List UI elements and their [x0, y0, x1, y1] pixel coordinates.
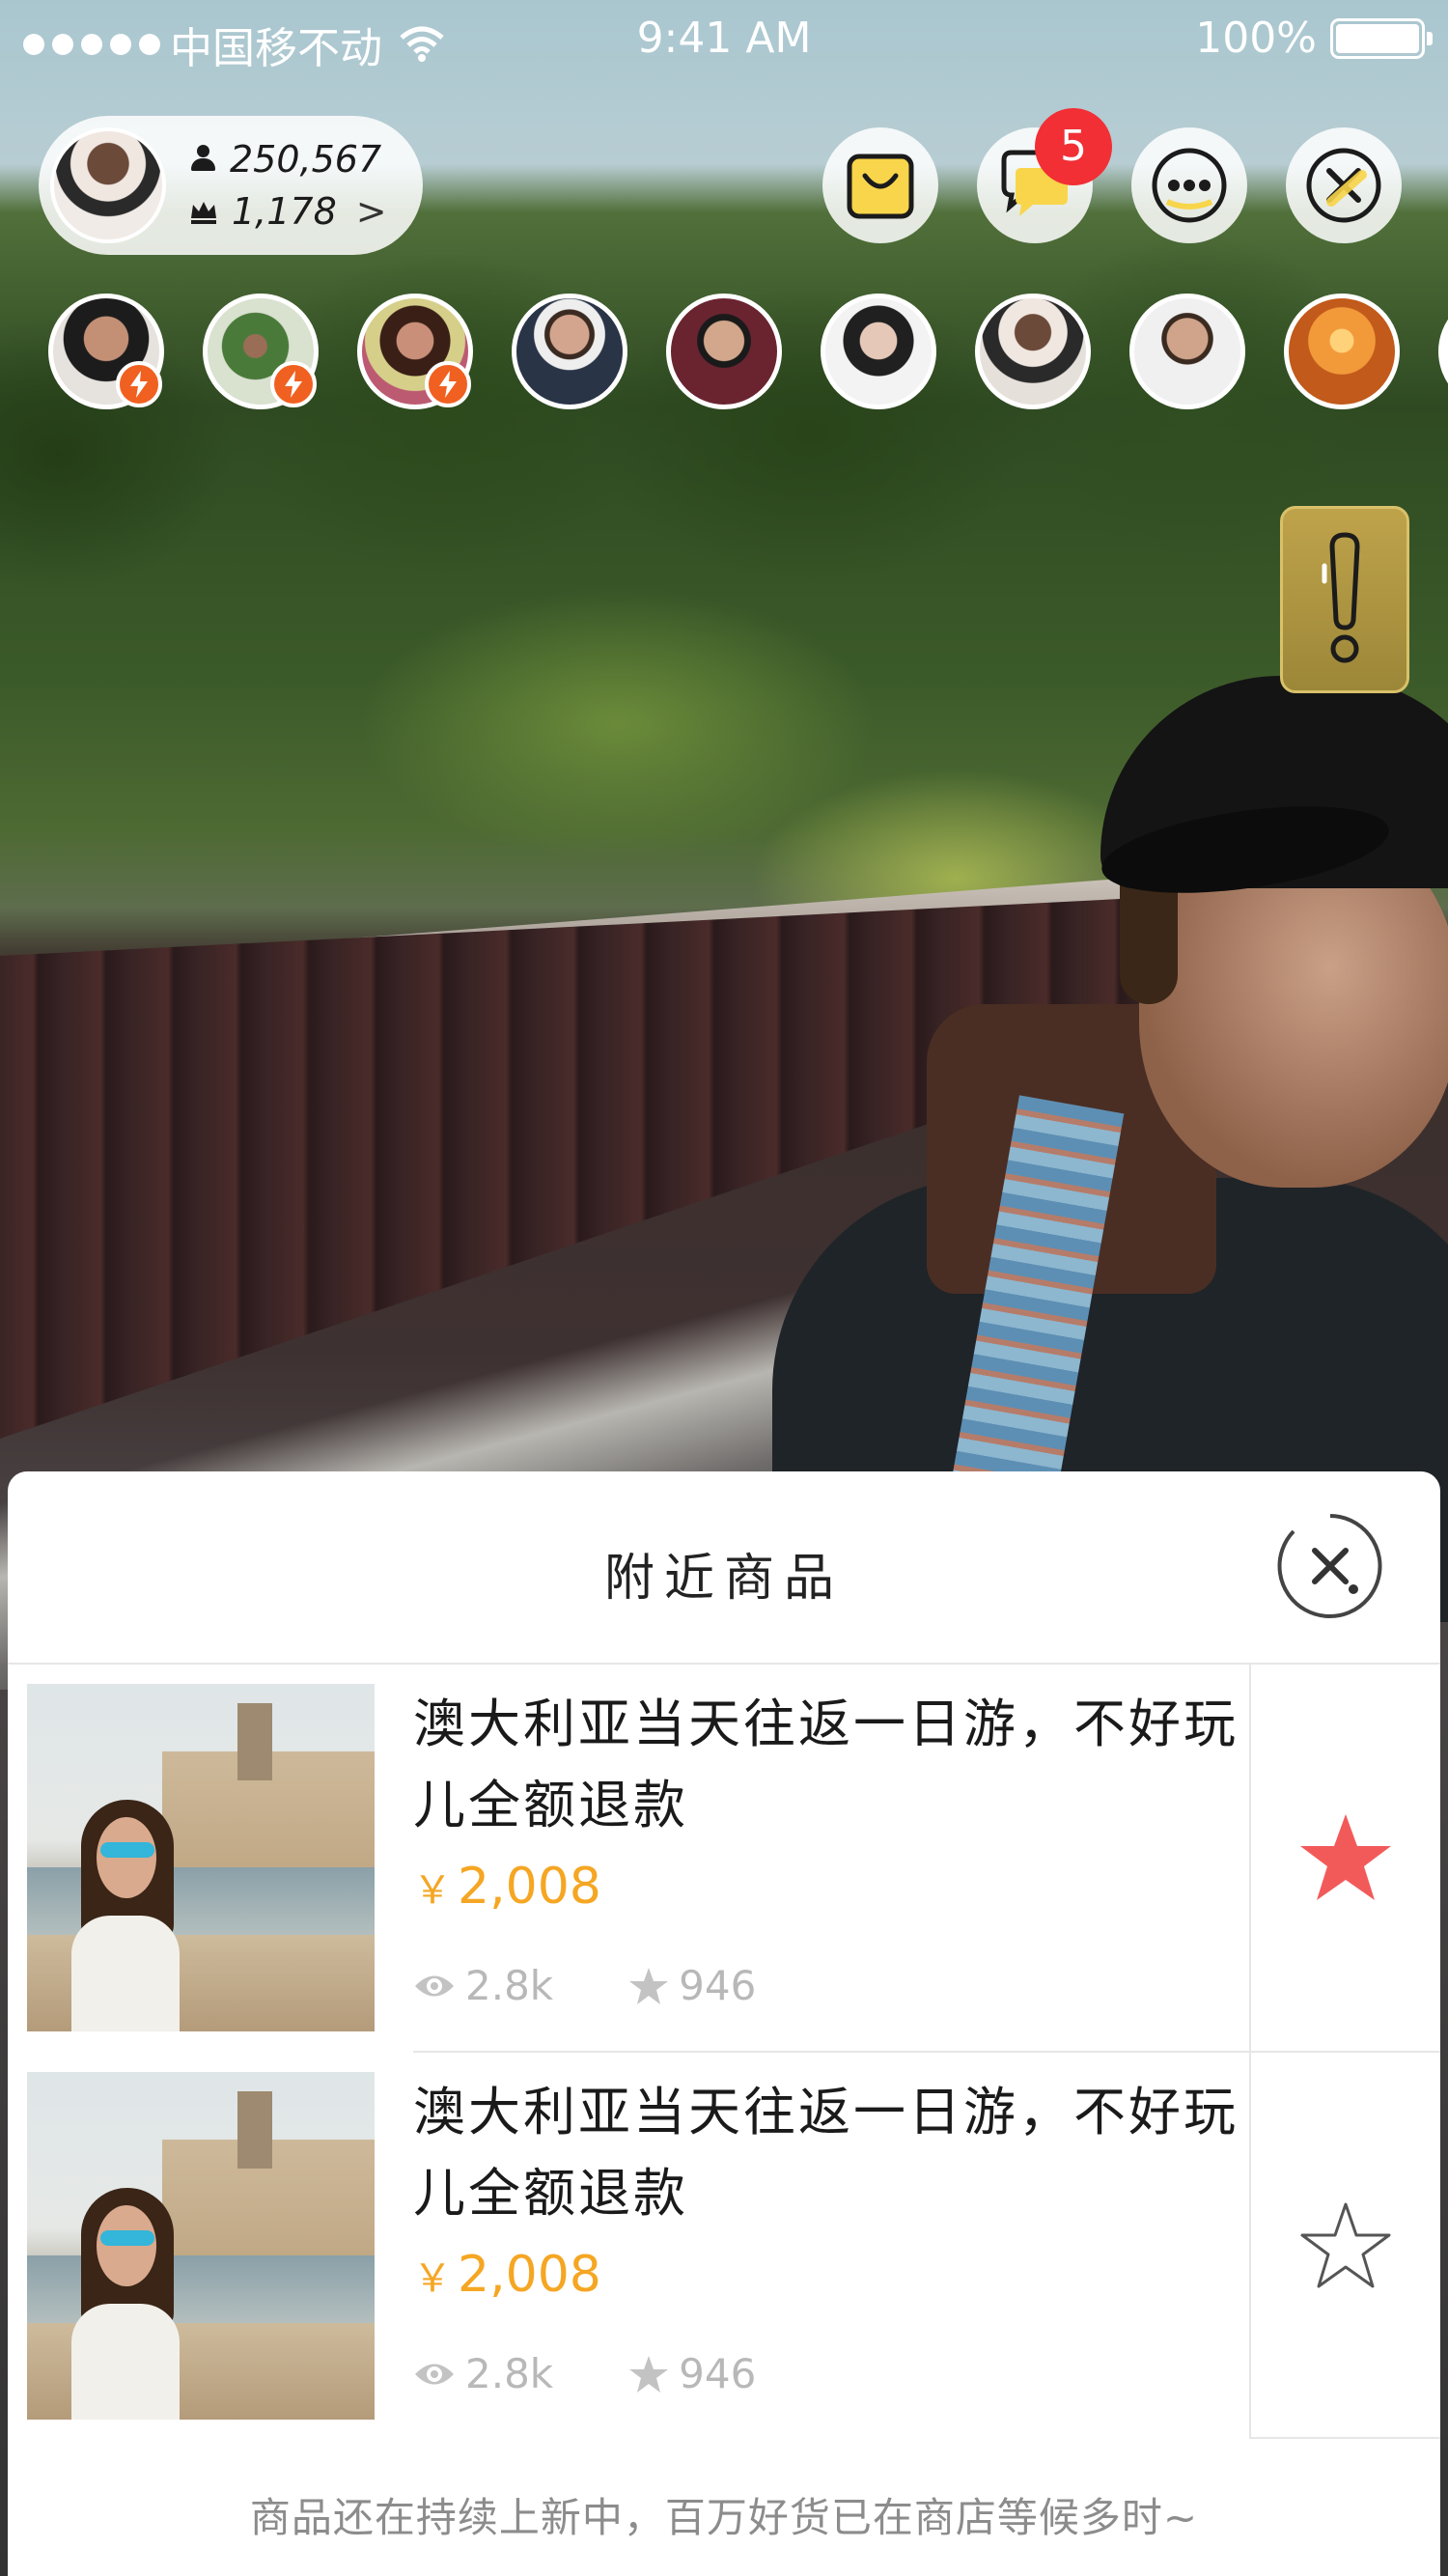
- viewer-avatar[interactable]: [1438, 294, 1448, 409]
- favorite-button[interactable]: [1249, 1665, 1440, 2051]
- viewer-avatar[interactable]: [821, 294, 936, 409]
- viewer-avatar[interactable]: [975, 294, 1091, 409]
- battery-percent: 100%: [1195, 14, 1317, 63]
- product-title[interactable]: 澳大利亚当天往返一日游，不好玩儿全额退款: [413, 2072, 1243, 2234]
- sheet-title: 附近商品: [603, 1550, 844, 1608]
- more-icon: [1152, 148, 1227, 223]
- viewer-avatar[interactable]: [1129, 294, 1245, 409]
- status-bar: 中国移不动 9:41 AM 100%: [0, 0, 1448, 77]
- price-value: 2,008: [458, 2246, 601, 2304]
- nearby-products-sheet: 附近商品 澳大利亚当天往返一日游，不好玩儿全额退款 ￥ 2,008 2.8k 9…: [8, 1471, 1440, 2576]
- product-item[interactable]: 澳大利亚当天往返一日游，不好玩儿全额退款 ￥ 2,008 2.8k 946: [8, 2053, 1440, 2439]
- shop-button[interactable]: [822, 127, 938, 243]
- footer-note: 商品还在持续上新中，百万好货已在商店等候多时~: [249, 2494, 1199, 2541]
- audience-count: 250,567: [230, 138, 382, 181]
- shopping-bag-icon: [847, 154, 914, 219]
- currency-symbol: ￥: [413, 2256, 452, 2301]
- product-thumbnail[interactable]: [27, 2072, 375, 2420]
- viewer-list[interactable]: [48, 294, 1448, 413]
- product-item[interactable]: 澳大利亚当天往返一日游，不好玩儿全额退款 ￥ 2,008 2.8k 946: [8, 1665, 1440, 2051]
- vip-bolt-icon: [270, 361, 317, 407]
- chat-badge: 5: [1035, 108, 1112, 185]
- eye-icon: [415, 1975, 454, 1996]
- divider: [1249, 2437, 1440, 2439]
- currency-symbol: ￥: [413, 1868, 452, 1913]
- viewer-avatar[interactable]: [666, 294, 782, 409]
- star-filled-icon: [1300, 1814, 1391, 1900]
- price-value: 2,008: [458, 1858, 601, 1916]
- crown-icon: [191, 202, 216, 224]
- host-info[interactable]: 250,567 1,178 >: [39, 116, 423, 255]
- viewer-avatar[interactable]: [512, 294, 627, 409]
- more-button[interactable]: [1131, 127, 1247, 243]
- product-thumbnail[interactable]: [27, 1684, 375, 2031]
- vip-bolt-icon: [425, 361, 471, 407]
- host-avatar[interactable]: [50, 127, 166, 243]
- close-icon: [1277, 1514, 1382, 1618]
- alert-icon: [1322, 532, 1360, 663]
- product-price: ￥ 2,008: [413, 1858, 601, 1916]
- viewer-avatar[interactable]: [1284, 294, 1400, 409]
- exit-live-button[interactable]: [1286, 127, 1402, 243]
- star-count: 946: [679, 1962, 757, 2009]
- close-icon: [1306, 148, 1381, 223]
- star-icon: [629, 2355, 669, 2393]
- star-count: 946: [679, 2350, 757, 2397]
- star-outline-icon: [1300, 2202, 1391, 2288]
- rank-count: 1,178: [232, 190, 337, 233]
- sheet-close-button[interactable]: [1276, 1512, 1384, 1620]
- battery-icon: [1330, 17, 1433, 59]
- eye-icon: [415, 2364, 454, 2384]
- favorite-button[interactable]: [1249, 2053, 1440, 2439]
- chevron-right-icon: >: [355, 190, 387, 233]
- view-count: 2.8k: [465, 1962, 554, 2009]
- view-count: 2.8k: [465, 2350, 554, 2397]
- report-button[interactable]: [1280, 506, 1409, 693]
- streamer-figure: [753, 637, 1448, 1622]
- vip-bolt-icon: [116, 361, 162, 407]
- audience-icon: [189, 145, 216, 174]
- product-title[interactable]: 澳大利亚当天往返一日游，不好玩儿全额退款: [413, 1684, 1243, 1846]
- star-icon: [629, 1967, 669, 2004]
- product-price: ￥ 2,008: [413, 2246, 601, 2304]
